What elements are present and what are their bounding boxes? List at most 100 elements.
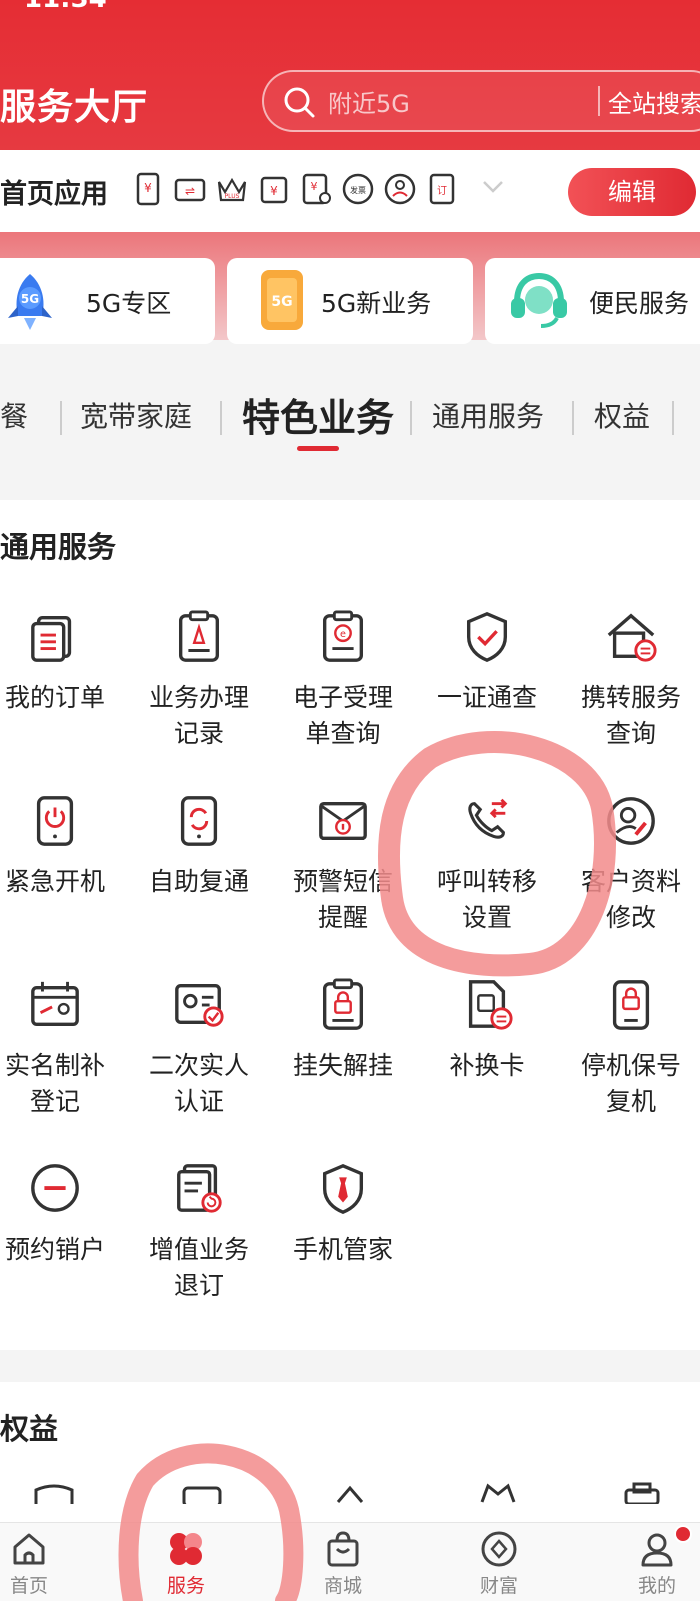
nav-mine[interactable]: 我的 xyxy=(612,1525,700,1598)
benefit-icon[interactable] xyxy=(30,1484,78,1504)
status-bar: 11:34 xyxy=(0,0,700,14)
nav-mall[interactable]: 商城 xyxy=(298,1529,388,1598)
service-item[interactable]: e 电子受理 单查询 xyxy=(270,610,416,752)
tab-featured[interactable]: 特色业务 xyxy=(242,387,394,442)
service-item[interactable]: 业务办理 记录 xyxy=(126,610,272,752)
diamond-coin-icon xyxy=(481,1531,517,1567)
benefit-icon[interactable] xyxy=(330,1482,370,1504)
service-item-label: 客户资料 修改 xyxy=(580,867,681,932)
service-item-label: 手机管家 xyxy=(292,1235,393,1264)
edit-button[interactable]: 编辑 xyxy=(568,168,696,216)
benefit-icon[interactable] xyxy=(178,1484,226,1504)
service-item[interactable]: 我的订单 xyxy=(0,610,128,716)
service-item-label: 挂失解挂 xyxy=(292,1051,393,1080)
tab-package[interactable]: 套餐 xyxy=(0,395,28,435)
nav-label: 商城 xyxy=(323,1575,362,1597)
service-item[interactable]: 手机管家 xyxy=(270,1162,416,1268)
phone-yuan-icon: ¥ xyxy=(136,172,160,206)
calendar-user-icon xyxy=(31,981,79,1026)
benefit-icon[interactable] xyxy=(620,1482,664,1504)
home-apps-icons[interactable]: ¥ ⇌ PLUS ¥ ¥ 发票 订 xyxy=(132,172,458,206)
service-item-label: 增值业务 退订 xyxy=(148,1235,249,1300)
transfer-card-icon: ⇌ xyxy=(174,178,206,202)
service-item[interactable]: 补换卡 xyxy=(414,978,560,1084)
svg-text:5G: 5G xyxy=(21,292,39,306)
clipboard-pen-icon xyxy=(178,610,220,662)
nav-home[interactable]: 首页 xyxy=(0,1529,74,1598)
service-item[interactable]: 呼叫转移 设置 xyxy=(414,794,560,936)
document-return-icon xyxy=(177,1164,222,1213)
global-search-button[interactable]: 全站搜索 xyxy=(608,84,700,119)
house-transfer-icon xyxy=(607,613,657,662)
service-item[interactable]: 实名制补 登记 xyxy=(0,978,128,1120)
call-forward-icon xyxy=(468,798,508,839)
svg-text:e: e xyxy=(340,629,346,640)
subscribe-icon: 订 xyxy=(429,173,455,205)
service-item[interactable]: 预约销户 xyxy=(0,1162,128,1268)
tab-separator xyxy=(572,401,574,435)
envelope-alert-icon xyxy=(319,801,367,841)
service-item[interactable]: 一证通查 xyxy=(414,610,560,716)
quick-card-label: 5G专区 xyxy=(86,289,172,318)
minus-circle-icon xyxy=(31,1164,79,1212)
service-item-label: 二次实人 认证 xyxy=(148,1051,249,1116)
user-icon xyxy=(641,1533,673,1567)
e-receipt-icon: e xyxy=(322,610,364,662)
quick-card-5g-zone[interactable]: 5G 5G专区 xyxy=(0,258,215,344)
service-item[interactable]: 紧急开机 xyxy=(0,794,128,900)
tab-broadband[interactable]: 宽带家庭 xyxy=(80,395,192,435)
phone-lock-icon xyxy=(612,980,650,1030)
service-item-label: 业务办理 记录 xyxy=(148,683,249,748)
service-item-label: 实名制补 登记 xyxy=(4,1051,105,1116)
chevron-down-icon[interactable] xyxy=(480,174,506,200)
shopping-bag-icon xyxy=(327,1531,359,1567)
svg-text:5G: 5G xyxy=(271,294,292,310)
svg-text:¥: ¥ xyxy=(311,180,318,193)
service-item[interactable]: 携转服务 查询 xyxy=(558,610,700,752)
service-item[interactable]: 停机保号 复机 xyxy=(558,978,700,1120)
search-input[interactable]: 附近5G xyxy=(328,84,410,119)
service-item-label: 紧急开机 xyxy=(4,867,105,896)
phone-refresh-icon xyxy=(180,796,218,846)
benefits-section: 权益 xyxy=(0,1382,700,1522)
nav-service[interactable]: 服务 xyxy=(141,1529,231,1598)
tab-separator xyxy=(672,401,674,435)
nav-label: 我的 xyxy=(637,1575,676,1597)
search-icon xyxy=(284,87,315,118)
nav-wealth[interactable]: 财富 xyxy=(454,1529,544,1598)
tab-general[interactable]: 通用服务 xyxy=(432,395,544,435)
id-card-check-icon xyxy=(175,984,224,1027)
service-item[interactable]: 自助复通 xyxy=(126,794,272,900)
user-badge-icon xyxy=(384,173,416,205)
section-title: 权益 xyxy=(0,1412,59,1446)
shield-check-icon xyxy=(466,612,508,662)
svg-text:¥: ¥ xyxy=(144,181,152,195)
service-item[interactable]: 客户资料 修改 xyxy=(558,794,700,936)
svg-text:PLUS: PLUS xyxy=(225,193,240,200)
svg-text:¥: ¥ xyxy=(270,184,278,198)
service-item-label: 预警短信 提醒 xyxy=(292,867,393,932)
tab-benefits[interactable]: 权益 xyxy=(594,395,650,435)
section-title: 通用服务 xyxy=(0,530,117,564)
benefit-icon[interactable] xyxy=(476,1480,520,1504)
search-bar[interactable]: 附近5G 全站搜索 xyxy=(262,70,700,132)
service-item[interactable]: 挂失解挂 xyxy=(270,978,416,1084)
tab-separator xyxy=(410,401,412,435)
user-edit-icon xyxy=(607,797,655,845)
service-item-label: 携转服务 查询 xyxy=(580,683,681,748)
service-item[interactable]: 增值业务 退订 xyxy=(126,1162,272,1304)
svg-text:⇌: ⇌ xyxy=(185,184,195,198)
nav-label: 财富 xyxy=(479,1575,518,1597)
rocket-5g-icon: 5G xyxy=(8,274,52,330)
service-flower-icon xyxy=(170,1533,202,1565)
page-title: 服务大厅 xyxy=(0,87,149,128)
order-list-icon xyxy=(31,616,72,662)
crown-plus-icon: PLUS xyxy=(217,177,247,202)
svg-text:订: 订 xyxy=(437,185,447,197)
service-item[interactable]: 二次实人 认证 xyxy=(126,978,272,1120)
service-item[interactable]: 预警短信 提醒 xyxy=(270,794,416,936)
quick-card-5g-new[interactable]: 5G 5G新业务 xyxy=(227,258,473,344)
bill-clock-icon: ¥ xyxy=(302,173,331,205)
home-icon xyxy=(13,1533,45,1565)
quick-card-convenience[interactable]: 便民服务 xyxy=(485,258,700,344)
